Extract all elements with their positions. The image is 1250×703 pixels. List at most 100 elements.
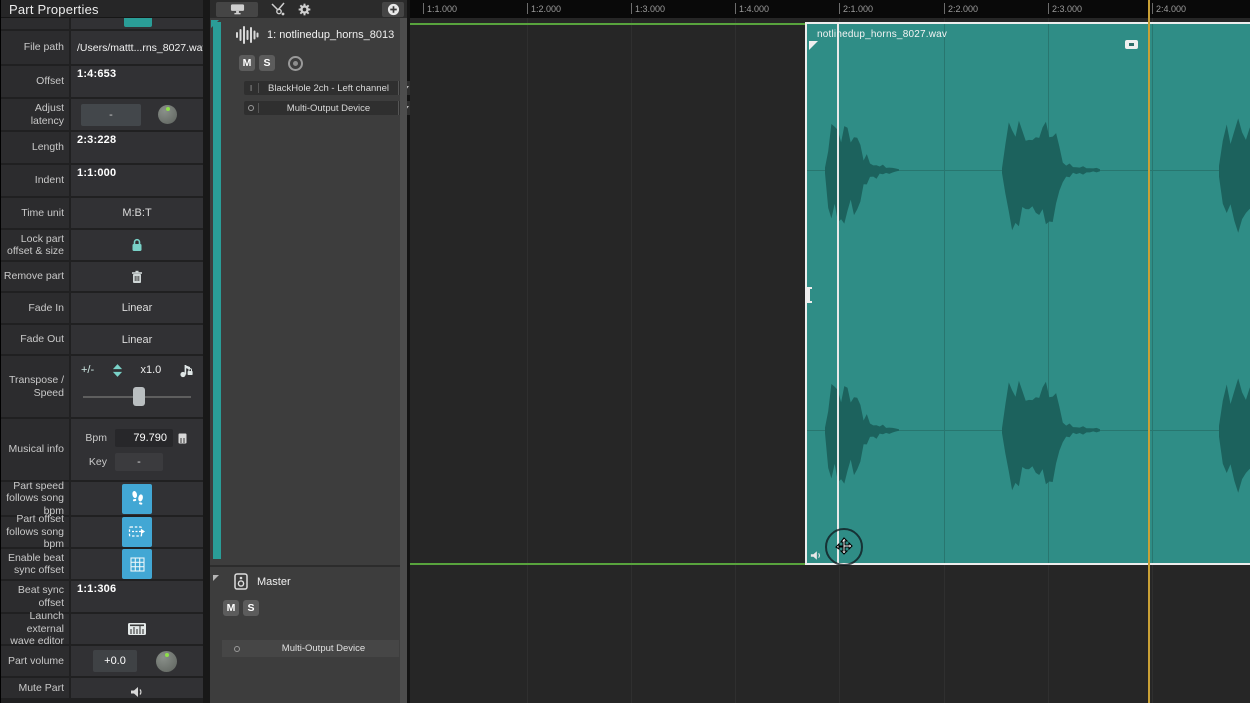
adjust-latency-label: Adjust latency [1,99,69,130]
part-speed-follows-toggle[interactable] [122,484,152,514]
track-toolbar [210,0,407,18]
speaker-icon [130,686,144,698]
speed-multiplier-value[interactable]: x1.0 [141,364,162,376]
note-lock-icon[interactable] [179,362,193,378]
fade-in-label: Fade In [1,293,69,323]
lock-part-toggle[interactable] [71,230,203,260]
wave-editor-icon [127,622,147,636]
adjust-latency-value[interactable]: - [81,104,141,126]
mute-part-label: Mute Part [1,678,69,698]
timeline-ruler[interactable]: 1:1.000 1:2.000 1:3.000 1:4.000 2:1.000 … [410,0,1250,18]
track-header-audio1[interactable]: 1: notlinedup_horns_8013 M S I BlackHole… [210,18,407,565]
clip-name: notlinedup_horns_8027.wav [817,29,947,40]
ruler-tick [944,3,945,14]
row-indent: Indent 1:1:000 [1,165,203,196]
indent-value[interactable]: 1:1:000 [77,167,116,179]
remove-part-button[interactable] [71,262,203,291]
enable-beat-sync-toggle[interactable] [122,549,152,579]
routing-icon [270,2,286,16]
fade-out-value[interactable]: Linear [122,334,153,346]
fade-in-handle[interactable] [809,41,818,50]
row-part-speed-follows: Part speed follows song bpm [1,482,203,515]
offset-label: Offset [1,66,69,97]
row-fade-out: Fade Out Linear [1,325,203,354]
panel-title: Part Properties [1,0,203,18]
ruler-tick [423,3,424,14]
track-outline-bottom [410,563,805,565]
row-offset: Offset 1:4:653 [1,66,203,97]
routing-button[interactable] [270,2,286,16]
master-output-dropdown[interactable]: Multi-Output Device [222,640,399,657]
row-transpose-speed: Transpose / Speed +/- x1.0 [1,356,203,417]
mute-button[interactable]: M [239,55,255,71]
part-volume-knob[interactable] [156,651,177,672]
master-mute-button[interactable]: M [223,600,239,616]
launch-wave-editor-button[interactable] [71,614,203,644]
ruler-tick [735,3,736,14]
settings-button[interactable] [298,3,311,16]
mute-part-toggle[interactable] [71,678,203,698]
output-device-value: Multi-Output Device [259,103,398,114]
beat-sync-marker[interactable] [837,24,839,563]
footsteps-icon [130,490,145,507]
clip-speaker-icon[interactable] [810,550,822,561]
solo-button[interactable]: S [259,55,275,71]
row-beat-sync-offset: Beat sync offset 1:1:306 [1,581,203,612]
file-path-value[interactable]: /Users/mattt...rns_8027.wav [71,42,203,54]
add-track-button[interactable] [382,2,404,17]
track-panel-scrollbar[interactable] [400,18,407,703]
master-solo-button[interactable]: S [243,600,259,616]
clip-trim-handle[interactable] [807,287,812,303]
master-collapse-icon[interactable] [213,575,219,581]
move-cursor-icon [834,537,854,557]
row-musical-info: Musical info Bpm 79.790 Key - [1,419,203,480]
bar-gridline [735,18,736,703]
ruler-label: 2:4.000 [1156,4,1186,14]
row-part-volume: Part volume +0.0 [1,646,203,676]
lock-icon [131,238,143,252]
bpm-value[interactable]: 79.790 [115,429,173,447]
transpose-plusminus[interactable]: +/- [81,364,94,376]
playhead[interactable] [1148,0,1150,703]
ruler-label: 1:1.000 [427,4,457,14]
indent-label: Indent [1,165,69,196]
speed-slider-handle[interactable] [133,387,145,406]
speaker-cabinet-icon [234,573,248,590]
launch-wave-editor-label: Launch external wave editor [1,614,69,644]
input-device-dropdown[interactable]: I BlackHole 2ch - Left channel [244,81,412,95]
length-label: Length [1,132,69,163]
fade-out-label: Fade Out [1,325,69,354]
track-header-master[interactable]: Master M S Multi-Output Device [210,565,407,703]
audio-clip[interactable]: notlinedup_horns_8027.wav [805,22,1250,565]
beat-sync-offset-value[interactable]: 1:1:306 [77,583,116,595]
part-offset-follows-toggle[interactable] [122,517,152,547]
ruler-tick [1048,3,1049,14]
scrolled-toggle-button[interactable] [124,18,152,27]
loop-badge-icon[interactable] [1125,40,1138,49]
output-device-dropdown[interactable]: Multi-Output Device [244,101,412,115]
fade-in-value[interactable]: Linear [122,302,153,314]
monitor-icon [230,3,245,15]
offset-value[interactable]: 1:4:653 [77,68,116,80]
length-value[interactable]: 2:3:228 [77,134,116,146]
part-volume-value[interactable]: +0.0 [93,650,137,672]
record-arm-button[interactable] [288,56,303,71]
latency-knob[interactable] [158,105,177,124]
scrolled-row [1,18,203,29]
key-value[interactable]: - [115,453,163,471]
row-adjust-latency: Adjust latency - [1,99,203,130]
ruler-tick [527,3,528,14]
panel-divider [203,0,210,703]
master-track-name[interactable]: Master [257,576,291,588]
trash-icon [131,270,143,284]
arrangement-area[interactable]: notlinedup_horns_8027.wav 1:1.000 1:2.00… [410,0,1250,703]
gear-icon [298,3,311,16]
time-unit-value[interactable]: M:B:T [122,207,151,219]
monitor-button[interactable] [216,2,258,17]
row-fade-in: Fade In Linear [1,293,203,323]
track-name[interactable]: 1: notlinedup_horns_8013 [267,29,394,41]
transpose-spinner-icon[interactable] [112,363,123,378]
remove-part-label: Remove part [1,262,69,291]
bpm-tap-icon[interactable] [178,433,187,444]
speed-slider[interactable] [83,386,191,408]
